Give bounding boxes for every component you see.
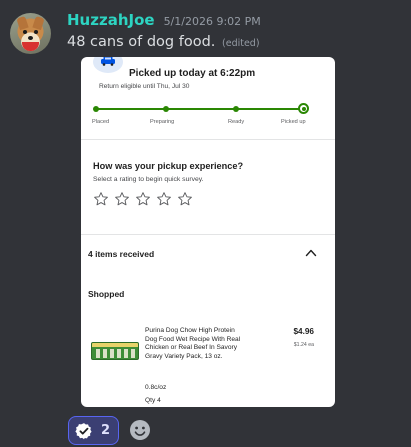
stage-placed: Placed [92,119,110,125]
progress-dot-ready [233,106,239,112]
items-received-heading: 4 items received [88,249,155,259]
star-icon[interactable] [114,191,130,207]
chevron-up-icon[interactable] [305,248,317,257]
stage-ready: Ready [228,119,245,125]
divider [81,139,335,140]
message-text: 48 cans of dog food. (edited) [67,34,260,50]
star-icon[interactable] [156,191,172,207]
return-eligibility: Return eligible until Thu, Jul 30 [99,83,190,90]
reaction-check-badge[interactable]: 2 [68,416,119,445]
star-icon[interactable] [93,191,109,207]
stage-picked-up: Picked up [281,119,306,125]
avatar-dog-ear-left [16,15,29,31]
shopped-section-label: Shopped [88,289,125,299]
avatar-dog-eye-right [34,30,38,34]
rating-stars [93,191,198,207]
divider [81,234,335,235]
product-unit-price: 0.8c/oz [145,384,167,391]
message-timestamp[interactable]: 5/1/2026 9:02 PM [164,15,261,28]
pickup-car-badge [93,57,123,73]
stage-preparing: Preparing [150,119,175,125]
pickup-title: Picked up today at 6:22pm [129,68,256,79]
avatar-bandana [22,42,39,51]
car-icon [101,57,115,66]
product-price-each: $1.24 ea [293,342,314,348]
avatar-dog-nose [28,36,33,40]
avatar-dog-eye-left [23,30,27,34]
progress-dot-placed [93,106,99,112]
progress-track [95,108,305,110]
product-price: $4.96 [293,327,315,336]
product-image [91,342,139,360]
reaction-count: 2 [101,423,111,438]
rating-subtitle: Select a rating to begin quick survey. [93,176,204,183]
avatar-dog-ear-right [32,15,45,31]
attached-image[interactable]: Picked up today at 6:22pm Return eligibl… [81,57,335,407]
star-icon[interactable] [135,191,151,207]
progress-dot-picked-up [298,103,309,114]
add-reaction-icon[interactable] [128,418,152,442]
username[interactable]: HuzzahJoe [67,11,155,29]
progress-dot-preparing [163,106,169,112]
edited-label: (edited) [222,38,260,49]
rating-question: How was your pickup experience? [93,161,244,171]
user-avatar[interactable] [10,13,51,54]
check-badge-icon [75,422,92,439]
product-name: Purina Dog Chow High Protein Dog Food We… [145,327,241,360]
message-body: 48 cans of dog food. [67,34,216,50]
star-icon[interactable] [177,191,193,207]
message-header: HuzzahJoe 5/1/2026 9:02 PM [67,11,261,31]
product-quantity: Qty 4 [145,397,161,404]
